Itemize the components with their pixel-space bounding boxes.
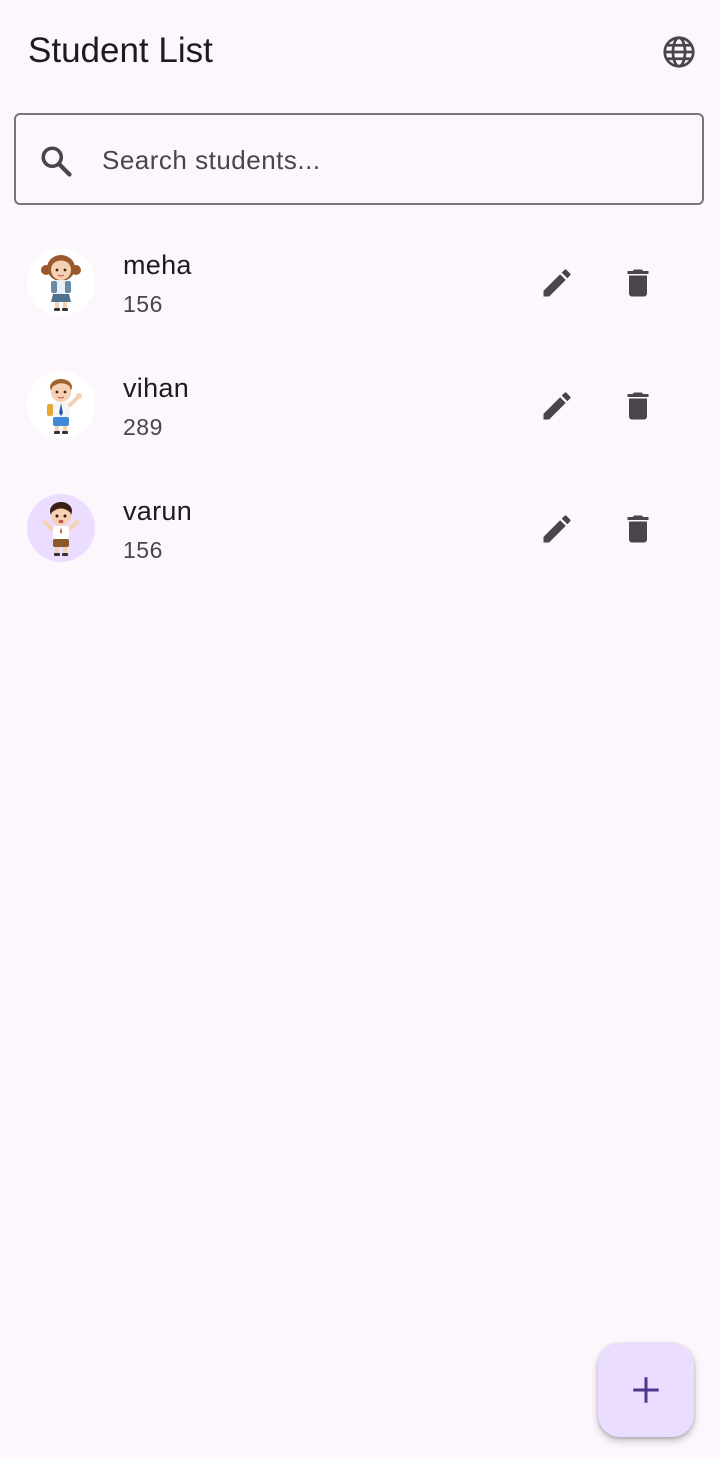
list-item[interactable]: varun 156 [0, 468, 720, 591]
student-name: vihan [123, 373, 190, 403]
search-input[interactable] [102, 135, 682, 185]
delete-button[interactable] [613, 381, 663, 431]
girl-student-avatar [41, 255, 81, 311]
add-student-button[interactable] [598, 1343, 694, 1437]
search-box[interactable] [14, 113, 704, 205]
student-list: meha 156 vihan 289 varun 156 [0, 222, 720, 591]
student-number: 289 [123, 414, 163, 440]
trash-icon [627, 392, 649, 420]
plus-icon [633, 1377, 659, 1403]
globe-icon [663, 36, 695, 68]
language-button[interactable] [654, 27, 704, 77]
avatar [27, 371, 95, 439]
list-item[interactable]: vihan 289 [0, 345, 720, 468]
delete-button[interactable] [613, 258, 663, 308]
pencil-icon [543, 269, 571, 297]
avatar [27, 248, 95, 316]
boy-student-avatar [47, 379, 82, 434]
student-number: 156 [123, 537, 163, 563]
edit-button[interactable] [532, 381, 582, 431]
trash-icon [627, 269, 649, 297]
edit-button[interactable] [532, 504, 582, 554]
app-bar: Student List [0, 0, 720, 100]
trash-icon [627, 515, 649, 543]
avatar [27, 494, 95, 562]
pencil-icon [543, 392, 571, 420]
delete-button[interactable] [613, 504, 663, 554]
pencil-icon [543, 515, 571, 543]
edit-button[interactable] [532, 258, 582, 308]
student-name: meha [123, 250, 192, 280]
kid-student-avatar [43, 502, 79, 556]
list-item[interactable]: meha 156 [0, 222, 720, 345]
student-name: varun [123, 496, 193, 526]
page-title: Student List [28, 31, 213, 70]
student-number: 156 [123, 291, 163, 317]
search-icon [41, 146, 72, 177]
